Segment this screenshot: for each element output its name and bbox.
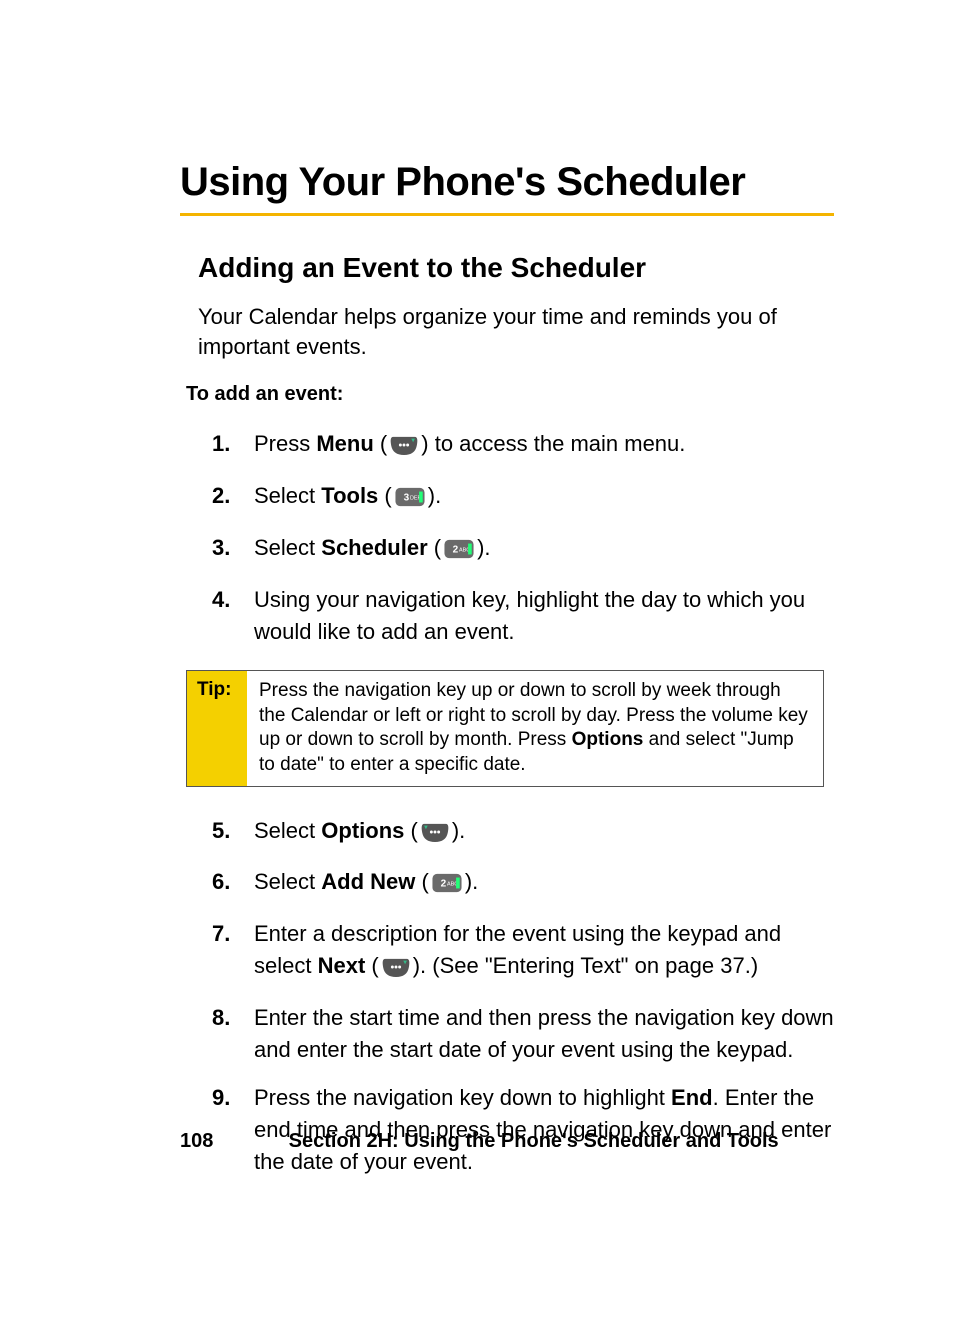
step-number: 8. (212, 1002, 254, 1066)
document-page: Using Your Phone's Scheduler Adding an E… (0, 0, 954, 1323)
step-2: 2. Select Tools (). (212, 480, 834, 516)
steps-list-b: 5. Select Options (). 6. Select Add New … (212, 815, 834, 1178)
step-body: Select Scheduler (). (254, 532, 834, 568)
step-5: 5. Select Options (). (212, 815, 834, 851)
step-body: Press Menu () to access the main menu. (254, 428, 834, 464)
tip-box: Tip: Press the navigation key up or down… (186, 670, 824, 787)
tip-body: Press the navigation key up or down to s… (247, 671, 823, 786)
page-footer: 108 Section 2H: Using the Phone's Schedu… (0, 1130, 954, 1153)
step-number: 7. (212, 918, 254, 986)
step-body: Select Tools (). (254, 480, 834, 516)
page-title: Using Your Phone's Scheduler (180, 160, 834, 216)
2-key-icon (431, 870, 463, 902)
step-number: 1. (212, 428, 254, 464)
step-number: 4. (212, 584, 254, 648)
step-body: Select Add New (). (254, 866, 834, 902)
step-body: Select Options (). (254, 815, 834, 851)
step-body: Using your navigation key, highlight the… (254, 584, 834, 648)
step-number: 3. (212, 532, 254, 568)
step-number: 6. (212, 866, 254, 902)
step-8: 8. Enter the start time and then press t… (212, 1002, 834, 1066)
lead-in: To add an event: (186, 383, 834, 406)
step-number: 5. (212, 815, 254, 851)
intro-paragraph: Your Calendar helps organize your time a… (198, 302, 834, 361)
steps-list-a: 1. Press Menu () to access the main menu… (212, 428, 834, 647)
step-number: 2. (212, 480, 254, 516)
2-key-icon (443, 536, 475, 568)
step-7: 7. Enter a description for the event usi… (212, 918, 834, 986)
step-1: 1. Press Menu () to access the main menu… (212, 428, 834, 464)
options-key-icon (420, 819, 450, 851)
step-body: Enter a description for the event using … (254, 918, 834, 986)
step-3: 3. Select Scheduler (). (212, 532, 834, 568)
section-title: Adding an Event to the Scheduler (198, 252, 834, 284)
step-4: 4. Using your navigation key, highlight … (212, 584, 834, 648)
tip-label: Tip: (187, 671, 247, 786)
footer-title: Section 2H: Using the Phone's Scheduler … (113, 1130, 954, 1153)
step-body: Enter the start time and then press the … (254, 1002, 834, 1066)
3-key-icon (394, 484, 426, 516)
menu-key-icon (381, 954, 411, 986)
step-6: 6. Select Add New (). (212, 866, 834, 902)
menu-key-icon (389, 432, 419, 464)
